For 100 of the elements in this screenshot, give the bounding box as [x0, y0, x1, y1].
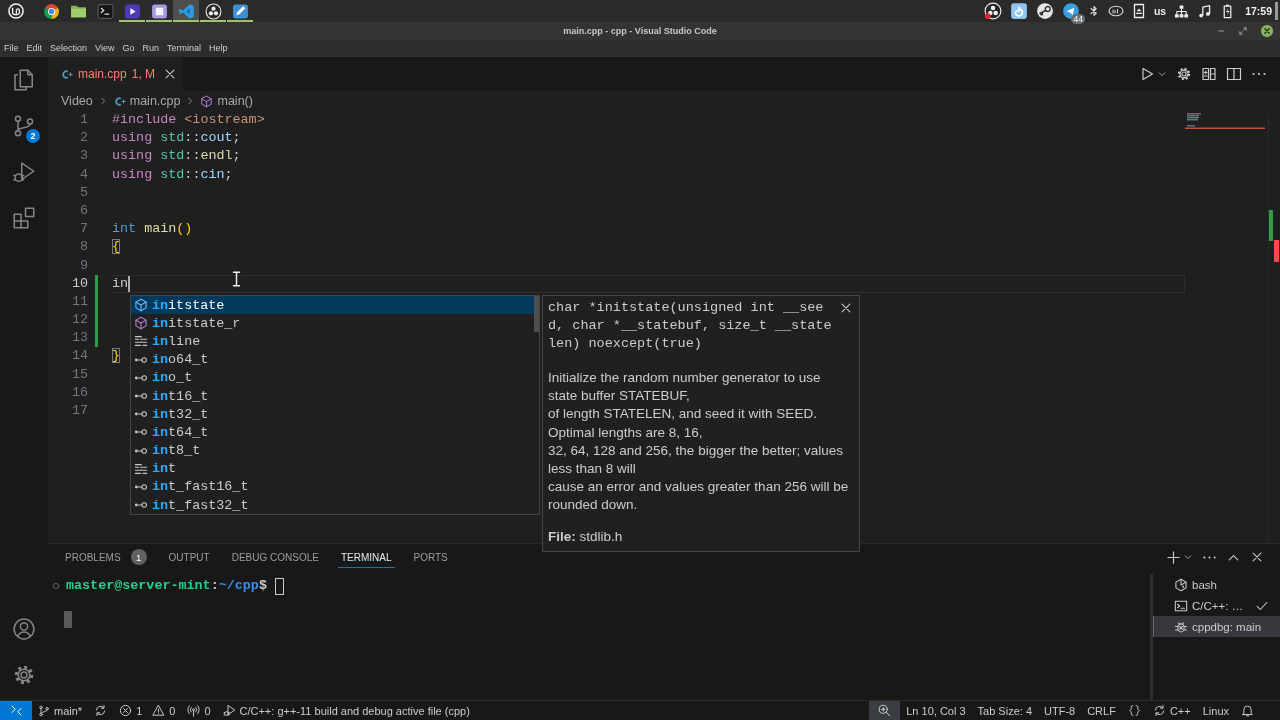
status-item[interactable]: Ln 10, Col 3 [900, 701, 972, 720]
panel-tab[interactable]: OUTPUT [157, 544, 221, 570]
editor-tab[interactable]: main.cpp 1, M [48, 57, 184, 91]
network-icon[interactable] [1174, 3, 1190, 19]
breadcrumb-item[interactable]: main() [200, 94, 253, 108]
blocks-icon[interactable] [12, 206, 36, 230]
terminal-list-item[interactable]: C/C++: … [1153, 595, 1280, 616]
text-cursor-icon [232, 271, 241, 287]
suggestion-item[interactable]: int_fast32_t [131, 496, 534, 515]
suggestion-item[interactable]: inline [131, 332, 534, 351]
c-file-icon [112, 94, 126, 108]
keyboard-layout-indicator[interactable]: us [1153, 5, 1167, 17]
terminal-prompt: master@server-mint:~/cpp$ [66, 577, 267, 595]
suggestion-item[interactable]: int [131, 459, 534, 478]
close-icon[interactable] [1250, 550, 1264, 564]
branch-icon [38, 704, 50, 717]
eject-icon[interactable] [1131, 3, 1146, 19]
count-badge: 44 [1071, 14, 1085, 24]
gear-icon[interactable] [1176, 66, 1192, 82]
music-note-icon[interactable] [1197, 3, 1213, 19]
start-menu-icon[interactable] [8, 3, 24, 19]
language-status[interactable]: C++ [1146, 701, 1197, 720]
account-icon[interactable] [12, 617, 36, 641]
suggestion-item[interactable]: int32_t [131, 405, 534, 424]
diff-icon[interactable] [1201, 66, 1217, 82]
breadcrumb-item[interactable]: Video [61, 94, 93, 108]
code-line: } [112, 347, 121, 366]
oval-logo-icon[interactable] [1107, 5, 1124, 17]
sync-icon[interactable] [94, 704, 108, 717]
chevron-down-icon[interactable] [1157, 69, 1167, 79]
cube-icon [134, 316, 148, 331]
panel-tab[interactable]: PROBLEMS 1 [54, 544, 158, 570]
scrollbar-thumb[interactable] [534, 296, 539, 332]
status-item[interactable]: Tab Size: 4 [971, 701, 1038, 720]
suggestion-item[interactable]: initstate_r [131, 314, 534, 333]
terminal-list-item[interactable]: bash [1153, 574, 1280, 595]
bug-play-icon[interactable] [12, 160, 36, 184]
warning-icon [152, 704, 166, 717]
close-icon[interactable] [1260, 24, 1274, 38]
problems-status[interactable]: 1 0 [113, 701, 182, 720]
files-icon[interactable] [12, 68, 36, 92]
suggestion-item[interactable]: initstate [131, 296, 534, 315]
ports-status[interactable]: 0 [181, 701, 217, 720]
branch-icon[interactable] [12, 114, 36, 138]
gear-icon[interactable] [12, 663, 36, 687]
status-item[interactable]: Linux [1196, 701, 1235, 720]
line-number: 14 [70, 347, 88, 366]
suggestion-item[interactable]: ino64_t [131, 350, 534, 369]
line-number: 16 [70, 383, 88, 402]
split-editor-icon[interactable] [1226, 66, 1242, 82]
menu-item[interactable]: File [0, 40, 23, 57]
bluetooth-icon[interactable] [1087, 3, 1100, 19]
menu-item[interactable]: Run [138, 40, 163, 57]
plus-icon[interactable] [1166, 549, 1181, 565]
menu-item[interactable]: Help [204, 40, 232, 57]
braces-icon[interactable] [1127, 704, 1141, 717]
close-icon[interactable] [839, 301, 853, 315]
terminal-icon [96, 2, 114, 20]
play-tile-icon [123, 2, 141, 20]
line-number: 10 [70, 274, 88, 293]
c-file-icon [60, 67, 73, 81]
suggestion-item[interactable]: int64_t [131, 423, 534, 442]
recording-circle-icon[interactable] [983, 2, 1002, 20]
branch-status[interactable]: main* [32, 701, 89, 720]
line-number: 1 [78, 111, 88, 129]
count-badge: 2 [26, 129, 40, 143]
line-number: 17 [70, 402, 88, 420]
menu-item[interactable]: Go [118, 40, 139, 57]
minimap[interactable] [1185, 113, 1265, 131]
status-item[interactable]: CRLF [1081, 701, 1122, 720]
status-item[interactable]: UTF-8 [1038, 701, 1082, 720]
menu-item[interactable]: View [91, 40, 119, 57]
code-line: using std::endl; [112, 147, 241, 166]
bug-play-icon [222, 704, 236, 717]
terminal-list-item[interactable]: cppdbg: main [1153, 616, 1280, 637]
code-line: using std::cin; [112, 165, 233, 184]
line-number: 8 [78, 238, 88, 257]
chevron-down-icon[interactable] [1183, 552, 1193, 562]
swirl-tile-icon[interactable] [1009, 2, 1028, 20]
launch-status[interactable]: C/C++: g++-11 build and debug active file (cpp) [216, 701, 476, 720]
suggestion-item[interactable]: int_fast16_t [131, 477, 534, 497]
zoom-button[interactable] [869, 701, 901, 720]
clock[interactable]: 17:59 [1245, 5, 1272, 17]
panel-tab[interactable]: PORTS [402, 544, 459, 570]
panel-tab[interactable]: DEBUG CONSOLE [220, 544, 330, 570]
suggestion-item[interactable]: int16_t [131, 386, 534, 406]
breadcrumb-item[interactable]: main.cpp [112, 94, 181, 108]
line-number: 9 [78, 256, 88, 275]
maximize-icon[interactable] [1238, 26, 1248, 36]
suggestion-item[interactable]: int8_t [131, 441, 534, 460]
suggestion-item[interactable]: ino_t [131, 368, 534, 387]
play-icon[interactable] [1139, 66, 1155, 82]
menu-item[interactable]: Selection [46, 40, 92, 57]
bell-icon[interactable] [1241, 704, 1254, 717]
menu-item[interactable]: Terminal [162, 40, 205, 57]
menu-item[interactable]: Edit [22, 40, 47, 57]
panel-tab[interactable]: TERMINAL [329, 544, 403, 570]
piston-circle-icon[interactable] [1035, 2, 1054, 20]
overview-ruler [1269, 210, 1279, 262]
line-number: 11 [70, 292, 88, 311]
